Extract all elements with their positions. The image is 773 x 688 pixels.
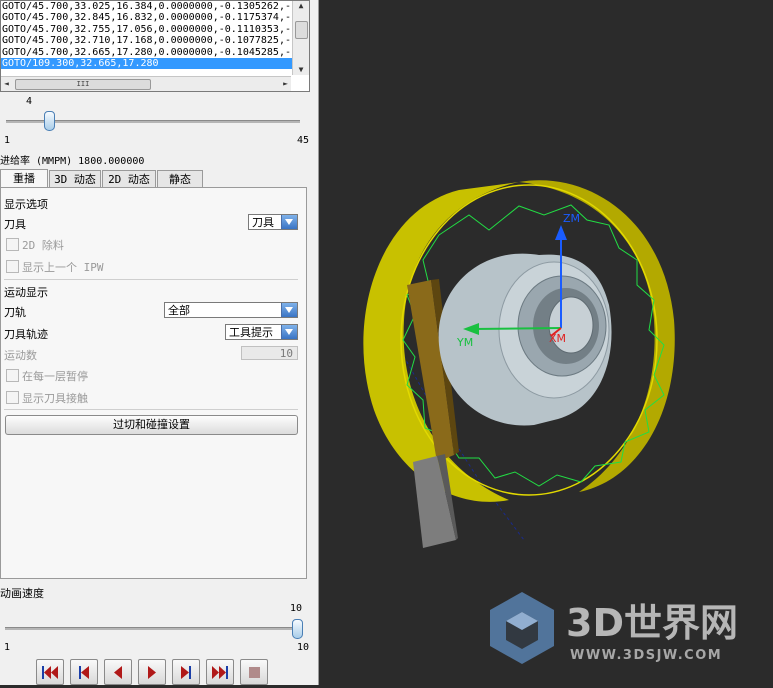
- animation-speed-track[interactable]: [5, 627, 301, 630]
- skip-to-start-button[interactable]: [36, 659, 64, 685]
- tool-trace-value: 工具提示: [229, 326, 273, 339]
- checkbox-previous-ipw-label: 显示上一个 IPW: [22, 261, 104, 274]
- scroll-up-icon[interactable]: ▲: [293, 1, 309, 11]
- play-backward-icon: [114, 666, 122, 679]
- watermark-logo: 3D世界网 WWW.3DSJW.COM: [490, 592, 738, 664]
- scroll-thumb[interactable]: [295, 21, 308, 39]
- cl-line[interactable]: GOTO/45.700,33.025,16.384,0.0000000,-0.1…: [1, 1, 292, 12]
- tool-trace-label: 刀具轨迹: [4, 328, 48, 341]
- play-forward-icon: [148, 666, 156, 679]
- play-forward-button[interactable]: [138, 659, 166, 685]
- tool-display-value: 刀具: [252, 216, 274, 229]
- cl-source-list[interactable]: GOTO/45.700,33.025,16.384,0.0000000,-0.1…: [0, 0, 310, 92]
- y-axis-line: [473, 327, 562, 330]
- checkbox-tool-contact[interactable]: [6, 391, 19, 404]
- motion-count-label: 运动数: [4, 349, 37, 362]
- scroll-down-icon[interactable]: ▼: [293, 65, 309, 75]
- watermark-brand: 3D世界网: [566, 601, 738, 645]
- horizontal-scrollbar[interactable]: ◄ III ►: [1, 76, 291, 91]
- animation-speed-max: 10: [297, 642, 310, 653]
- divider: [4, 279, 298, 280]
- scroll-left-icon[interactable]: ◄: [4, 77, 9, 91]
- skip-to-start-icon: [42, 666, 58, 679]
- graphics-viewport[interactable]: ZM YM XM 3D世界网 WWW.3DSJW.COM: [319, 0, 773, 685]
- hscroll-thumb[interactable]: III: [15, 79, 151, 90]
- checkbox-tool-contact-label: 显示刀具接触: [22, 392, 88, 405]
- operation-navigator-panel: GOTO/45.700,33.025,16.384,0.0000000,-0.1…: [0, 0, 319, 685]
- stop-icon: [249, 667, 260, 678]
- step-forward-button[interactable]: [172, 659, 200, 685]
- step-backward-icon: [79, 666, 89, 679]
- checkbox-pause-each-layer-label: 在每一层暂停: [22, 370, 88, 383]
- step-slider-thumb[interactable]: [43, 111, 55, 131]
- step-forward-icon: [181, 666, 191, 679]
- chevron-down-icon[interactable]: [281, 325, 297, 339]
- cl-line-selected[interactable]: GOTO/109.300,32.665,17.280: [1, 57, 292, 70]
- animation-speed-min: 1: [4, 642, 11, 653]
- step-slider-max: 45: [297, 135, 310, 146]
- simulation-scene: ZM YM XM: [363, 180, 675, 548]
- checkbox-previous-ipw[interactable]: [6, 260, 19, 273]
- cl-line[interactable]: GOTO/45.700,32.755,17.056,0.0000000,-0.1…: [1, 24, 292, 35]
- skip-to-end-button[interactable]: [206, 659, 234, 685]
- y-axis-label: YM: [456, 336, 473, 349]
- cl-line[interactable]: GOTO/45.700,32.845,16.832,0.0000000,-0.1…: [1, 12, 292, 23]
- step-slider-value: 4: [26, 96, 33, 107]
- gouge-collision-settings-button[interactable]: 过切和碰撞设置: [5, 415, 298, 435]
- tool-label: 刀具: [4, 218, 26, 231]
- z-axis-arrow-icon: [555, 225, 567, 240]
- motion-display-header: 运动显示: [4, 286, 48, 299]
- motion-count-field[interactable]: 10: [241, 346, 298, 360]
- step-slider-min: 1: [4, 135, 11, 146]
- cl-line[interactable]: GOTO/45.700,32.665,17.280,0.0000000,-0.1…: [1, 47, 292, 58]
- feedrate-readout: 进给率 (MMPM) 1800.000000: [0, 156, 145, 167]
- step-backward-button[interactable]: [70, 659, 98, 685]
- skip-to-end-icon: [212, 666, 228, 679]
- animation-speed-thumb[interactable]: [292, 619, 303, 639]
- checkbox-pause-each-layer[interactable]: [6, 369, 19, 382]
- scroll-right-icon[interactable]: ►: [283, 77, 288, 91]
- tab-3d-dynamic[interactable]: 3D 动态: [49, 170, 101, 188]
- tool-trace-select[interactable]: 工具提示: [225, 324, 298, 340]
- z-axis-label: ZM: [563, 212, 580, 225]
- stop-button[interactable]: [240, 659, 268, 685]
- divider: [4, 409, 298, 410]
- tab-static[interactable]: 静态: [157, 170, 203, 188]
- checkbox-2d-removal[interactable]: [6, 238, 19, 251]
- watermark-url: WWW.3DSJW.COM: [570, 648, 722, 663]
- vertical-scrollbar[interactable]: ▲ ▼: [292, 1, 309, 75]
- tab-2d-dynamic[interactable]: 2D 动态: [102, 170, 156, 188]
- animation-speed-label: 动画速度: [0, 587, 44, 600]
- toolpath-select[interactable]: 全部: [164, 302, 298, 318]
- tool-display-select[interactable]: 刀具: [248, 214, 298, 230]
- chevron-down-icon[interactable]: [281, 303, 297, 317]
- play-backward-button[interactable]: [104, 659, 132, 685]
- animation-speed-value: 10: [290, 603, 303, 614]
- toolpath-label: 刀轨: [4, 306, 26, 319]
- x-axis-label: XM: [549, 332, 566, 345]
- cl-line[interactable]: GOTO/45.700,32.710,17.168,0.0000000,-0.1…: [1, 35, 292, 46]
- tab-replay[interactable]: 重播: [0, 169, 48, 188]
- display-options-header: 显示选项: [4, 198, 48, 211]
- checkbox-2d-removal-label: 2D 除料: [22, 239, 64, 252]
- toolpath-value: 全部: [168, 304, 190, 317]
- chevron-down-icon[interactable]: [281, 215, 297, 229]
